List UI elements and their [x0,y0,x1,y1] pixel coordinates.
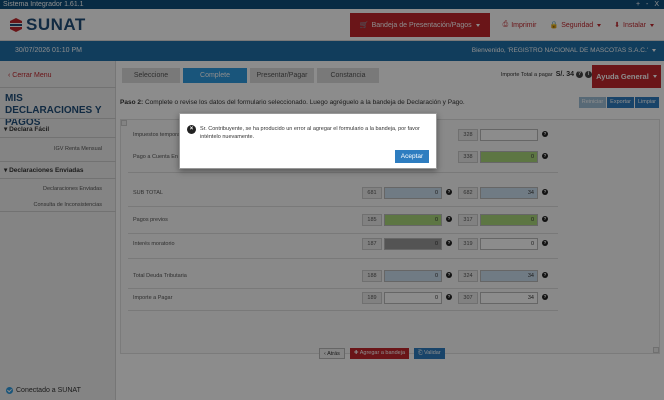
accept-button[interactable]: Aceptar [395,150,429,163]
error-dialog: × Sr. Contribuyente, se ha producido un … [179,113,437,169]
modal-overlay [0,0,664,400]
error-icon: × [187,125,196,134]
error-message: Sr. Contribuyente, se ha producido un er… [200,126,420,140]
